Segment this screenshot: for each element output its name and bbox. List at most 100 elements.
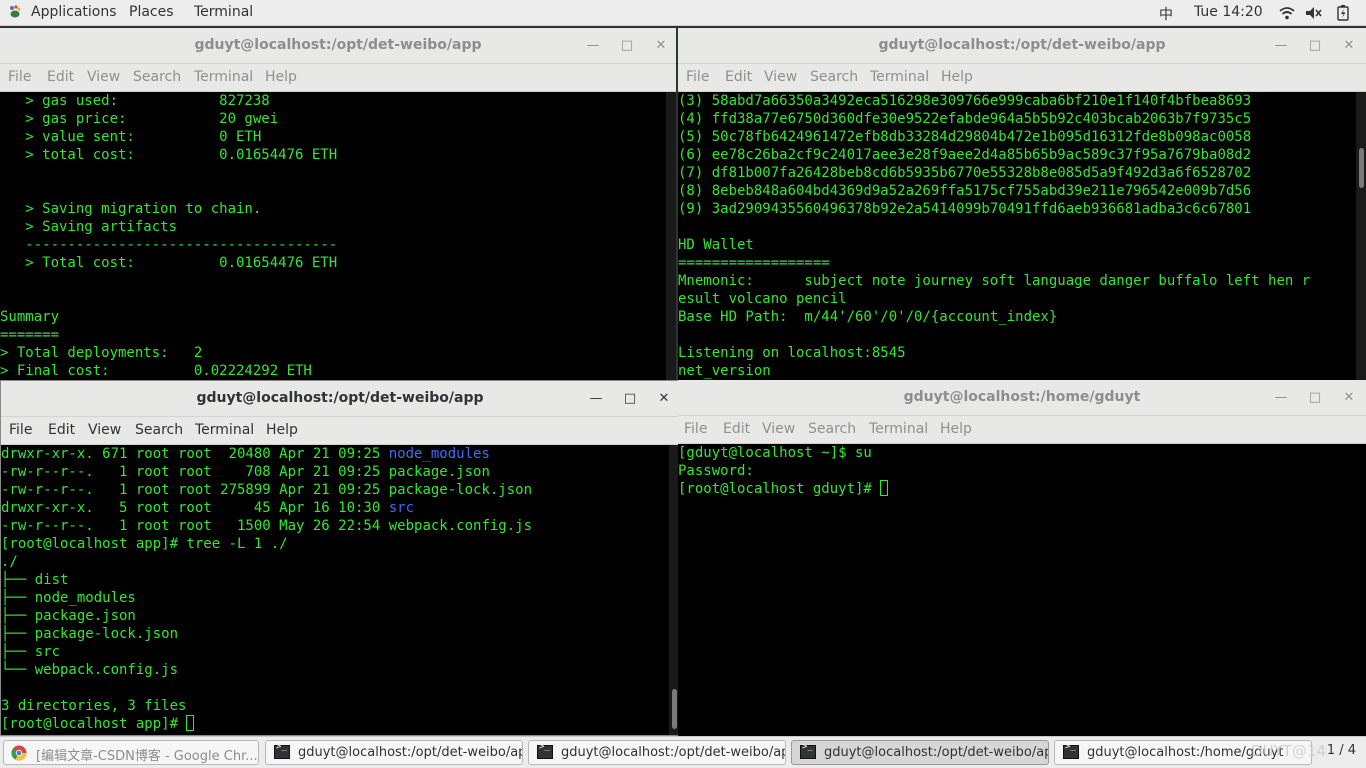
volume-muted-icon[interactable]: [1305, 6, 1323, 20]
clock[interactable]: Tue 14:20: [1194, 4, 1263, 20]
taskbar-item-terminal-2[interactable]: gduyt@localhost:/opt/det-weibo/app: [528, 740, 786, 765]
terminal-output[interactable]: [gduyt@localhost ~]$ su Password: [root@lo…: [678, 444, 1356, 736]
terminal-window-top-right[interactable]: gduyt@localhost:/opt/det-weibo/app — □ ✕…: [678, 28, 1366, 380]
terminal-line: Listening on localhost:8545: [678, 345, 906, 361]
menu-view[interactable]: View: [88, 422, 121, 438]
minimize-button[interactable]: —: [1272, 389, 1290, 407]
ls-row: drwxr-xr-x. 5 root root 45 Apr 16 10:30 …: [1, 499, 669, 517]
terminal-prompt-line[interactable]: [root@localhost app]#: [1, 715, 669, 733]
window-menubar: File Edit View Search Terminal Help: [1, 417, 679, 445]
menu-file[interactable]: File: [9, 422, 32, 438]
close-button[interactable]: ✕: [652, 37, 670, 55]
menu-terminal[interactable]: Terminal: [870, 69, 929, 85]
workspace-pager[interactable]: 1 / 4: [1327, 743, 1356, 758]
window-title: gduyt@localhost:/opt/det-weibo/app: [196, 390, 484, 406]
terminal-line: net_version: [678, 363, 771, 379]
maximize-button[interactable]: □: [621, 390, 639, 408]
menu-help[interactable]: Help: [266, 422, 298, 438]
menu-view[interactable]: View: [762, 421, 795, 437]
window-titlebar[interactable]: gduyt@localhost:/home/gduyt — □ ✕: [678, 380, 1366, 416]
terminal-line: > Total cost: 0.01654476 ETH: [0, 255, 338, 271]
terminal-line: esult volcano pencil: [678, 291, 847, 307]
menu-search[interactable]: Search: [810, 69, 858, 85]
menu-search[interactable]: Search: [808, 421, 856, 437]
gnome-foot-icon: [10, 5, 21, 18]
battery-icon[interactable]: [1337, 5, 1349, 21]
terminal-output[interactable]: (3) 58abd7a66350a3492eca516298e309766e99…: [678, 92, 1356, 380]
menu-edit[interactable]: Edit: [47, 69, 74, 85]
places-menu[interactable]: Places: [129, 4, 174, 20]
menu-edit[interactable]: Edit: [725, 69, 752, 85]
terminal-prompt-line[interactable]: [root@localhost gduyt]#: [678, 480, 1356, 498]
taskbar-item-label: gduyt@localhost:/opt/det-weibo/app: [824, 745, 1049, 760]
menu-file[interactable]: File: [686, 69, 709, 85]
menu-edit[interactable]: Edit: [48, 422, 75, 438]
menu-edit[interactable]: Edit: [723, 421, 750, 437]
taskbar-item-label: [编辑文章-CSDN博客 - Google Chr...: [36, 749, 258, 764]
window-titlebar[interactable]: gduyt@localhost:/opt/det-weibo/app — □ ✕: [0, 28, 676, 64]
window-list-taskbar: [编辑文章-CSDN博客 - Google Chr... gduyt@local…: [0, 736, 1366, 768]
menu-terminal[interactable]: Terminal: [194, 69, 253, 85]
close-button[interactable]: ✕: [1340, 37, 1358, 55]
taskbar-item-chrome[interactable]: [编辑文章-CSDN博客 - Google Chr...: [3, 740, 259, 765]
ls-row: -rw-r--r--. 1 root root 1500 May 26 22:5…: [1, 517, 669, 535]
maximize-button[interactable]: □: [618, 37, 636, 55]
terminal-line: Password:: [678, 463, 754, 479]
terminal-window-bottom-right[interactable]: gduyt@localhost:/home/gduyt — □ ✕ File E…: [678, 380, 1366, 736]
minimize-button[interactable]: —: [584, 37, 602, 55]
terminal-icon: [274, 742, 290, 759]
menu-help[interactable]: Help: [941, 69, 973, 85]
terminal-line: (7) df81b007fa26428beb8cd6b5935b6770e553…: [678, 165, 1252, 181]
close-button[interactable]: ✕: [1340, 389, 1358, 407]
menu-help[interactable]: Help: [265, 69, 297, 85]
menu-terminal[interactable]: Terminal: [195, 422, 254, 438]
terminal-line: ├── dist: [1, 572, 69, 588]
terminal-line: > value sent: 0 ETH: [0, 129, 262, 145]
terminal-line: (6) ee78c26ba2cf9c24017aee3e28f9aee2d4a8…: [678, 147, 1252, 163]
ls-row-filename: package-lock.json: [388, 482, 533, 498]
menu-search[interactable]: Search: [135, 422, 183, 438]
menu-help[interactable]: Help: [940, 421, 972, 437]
terminal-output[interactable]: > gas used: 827238 > gas price: 20 gwei …: [0, 92, 666, 380]
menu-view[interactable]: View: [764, 69, 797, 85]
terminal-line: 3 directories, 3 files: [1, 698, 187, 714]
scrollbar-thumb[interactable]: [672, 689, 677, 729]
taskbar-item-terminal-3[interactable]: gduyt@localhost:/opt/det-weibo/app: [791, 740, 1049, 765]
terminal-app-menu[interactable]: Terminal: [194, 4, 253, 20]
menu-file[interactable]: File: [684, 421, 707, 437]
maximize-button[interactable]: □: [1306, 389, 1324, 407]
minimize-button[interactable]: —: [1272, 37, 1290, 55]
wifi-icon[interactable]: [1279, 6, 1295, 20]
window-menubar: File Edit View Search Terminal Help: [678, 64, 1366, 92]
ls-row-attributes: drwxr-xr-x. 5 root root 45 Apr 16 10:30: [1, 500, 389, 516]
terminal-line: =======: [0, 327, 60, 343]
ls-row-filename: webpack.config.js: [388, 518, 533, 534]
terminal-line: > gas used: 827238: [0, 93, 270, 109]
menu-terminal[interactable]: Terminal: [869, 421, 928, 437]
window-titlebar[interactable]: gduyt@localhost:/opt/det-weibo/app — □ ✕: [678, 28, 1366, 64]
minimize-button[interactable]: —: [587, 390, 605, 408]
menu-view[interactable]: View: [87, 69, 120, 85]
close-button[interactable]: ✕: [655, 390, 673, 408]
taskbar-item-terminal-1[interactable]: gduyt@localhost:/opt/det-weibo/app: [265, 740, 523, 765]
maximize-button[interactable]: □: [1306, 37, 1324, 55]
terminal-line: └── webpack.config.js: [1, 662, 179, 678]
scrollbar-thumb[interactable]: [1359, 148, 1364, 188]
terminal-window-top-left[interactable]: gduyt@localhost:/opt/det-weibo/app — □ ✕…: [0, 28, 676, 380]
window-menubar: File Edit View Search Terminal Help: [0, 64, 676, 92]
ls-row: -rw-r--r--. 1 root root 275899 Apr 21 09…: [1, 481, 669, 499]
menu-search[interactable]: Search: [133, 69, 181, 85]
terminal-output[interactable]: drwxr-xr-x. 671 root root 20480 Apr 21 0…: [1, 445, 669, 735]
window-titlebar[interactable]: gduyt@localhost:/opt/det-weibo/app — □ ✕: [1, 381, 679, 417]
input-method-indicator[interactable]: 中: [1159, 4, 1173, 24]
terminal-line: > Total deployments: 2: [0, 345, 203, 361]
menu-file[interactable]: File: [8, 69, 31, 85]
scrollbar[interactable]: [666, 92, 676, 380]
terminal-window-bottom-left[interactable]: gduyt@localhost:/opt/det-weibo/app — □ ✕…: [0, 380, 680, 736]
scrollbar[interactable]: [1356, 92, 1366, 380]
applications-menu[interactable]: Applications: [8, 4, 117, 20]
